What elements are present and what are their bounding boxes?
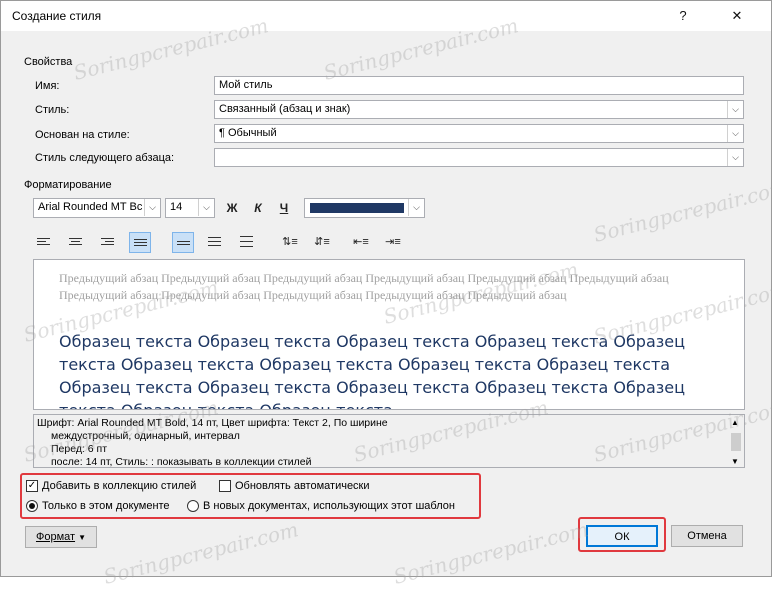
decrease-indent-icon[interactable]: ⇤≡ <box>350 232 372 253</box>
title-bar: Создание стиля ? ✕ <box>1 1 771 31</box>
italic-button[interactable]: К <box>247 198 269 219</box>
chevron-up-icon[interactable]: ▲ <box>731 416 739 429</box>
watermark: Soringpcrepair.com <box>391 517 591 589</box>
line-spacing-single-icon[interactable] <box>172 232 194 253</box>
increase-indent-icon[interactable]: ⇥≡ <box>382 232 404 253</box>
style-type-select[interactable]: Связанный (абзац и знак) ⌵ <box>214 100 744 119</box>
chevron-down-icon[interactable]: ⌵ <box>408 199 424 216</box>
next-style-label: Стиль следующего абзаца: <box>35 152 175 164</box>
dialog-title: Создание стиля <box>12 9 102 23</box>
cancel-button[interactable]: Отмена <box>671 525 743 547</box>
font-size-select[interactable]: 14 ⌵ <box>165 198 215 218</box>
help-button[interactable]: ? <box>669 5 697 27</box>
add-to-gallery-checkbox[interactable]: ✓ <box>26 480 38 492</box>
auto-update-checkbox[interactable] <box>219 480 231 492</box>
chevron-down-icon[interactable]: ▼ <box>731 455 739 467</box>
preview-previous-paragraph: Предыдущий абзац Предыдущий абзац Предыд… <box>59 271 669 302</box>
only-this-document-label[interactable]: Только в этом документе <box>42 500 170 512</box>
ok-button[interactable]: ОК <box>586 525 658 547</box>
chevron-down-icon[interactable]: ⌵ <box>144 199 160 216</box>
style-type-value: Связанный (абзац и знак) <box>219 103 351 115</box>
underline-button[interactable]: Ч <box>273 198 295 219</box>
preview-sample-text: Образец текста Образец текста Образец те… <box>59 332 686 409</box>
format-button-label: Формат <box>35 531 76 543</box>
description-scrollbar[interactable]: ▲ ▼ <box>728 415 744 467</box>
auto-update-label[interactable]: Обновлять автоматически <box>235 480 370 492</box>
font-color-select[interactable]: ⌵ <box>304 198 425 218</box>
new-documents-radio[interactable] <box>187 500 199 512</box>
line-spacing-one-half-icon[interactable] <box>204 232 226 253</box>
description-line: Перед: 6 пт <box>51 443 108 455</box>
scroll-thumb[interactable] <box>731 433 741 451</box>
chevron-down-icon[interactable]: ⌵ <box>198 199 214 216</box>
decrease-spacing-icon[interactable]: ⇵≡ <box>311 232 333 253</box>
font-size-value: 14 <box>170 201 183 213</box>
style-preview: Предыдущий абзац Предыдущий абзац Предыд… <box>33 259 745 410</box>
chevron-down-icon[interactable]: ⌵ <box>727 149 743 166</box>
chevron-down-icon[interactable]: ⌵ <box>727 101 743 118</box>
close-button[interactable]: ✕ <box>723 5 751 27</box>
description-line: междустрочный, одинарный, интервал <box>51 430 240 442</box>
only-this-document-radio[interactable] <box>26 500 38 512</box>
watermark: Soringpcrepair.com <box>101 517 301 589</box>
line-spacing-double-icon[interactable] <box>236 232 258 253</box>
based-on-select[interactable]: ¶ Обычный ⌵ <box>214 124 744 143</box>
create-style-dialog: Создание стиля ? ✕ Свойства Имя: Мой сти… <box>0 0 772 589</box>
font-select[interactable]: Arial Rounded MT Bc ⌵ <box>33 198 161 218</box>
name-label: Имя: <box>35 80 60 92</box>
align-right-icon[interactable] <box>97 232 119 253</box>
align-center-icon[interactable] <box>65 232 87 253</box>
style-type-label: Стиль: <box>35 104 70 116</box>
caret-down-icon: ▼ <box>78 533 87 542</box>
watermark: Soringpcrepair.com <box>591 175 772 247</box>
style-description: Шрифт: Arial Rounded MT Bold, 14 пт, Цве… <box>33 414 745 468</box>
format-button[interactable]: Формат ▼ <box>25 526 97 548</box>
chevron-down-icon[interactable]: ⌵ <box>727 125 743 142</box>
next-style-select[interactable]: ⌵ <box>214 148 744 167</box>
formatting-section-label: Форматирование <box>24 179 112 191</box>
bold-button[interactable]: Ж <box>221 198 243 219</box>
description-line: Шрифт: Arial Rounded MT Bold, 14 пт, Цве… <box>37 417 388 429</box>
based-on-label: Основан на стиле: <box>35 129 130 141</box>
based-on-value: ¶ Обычный <box>219 127 277 139</box>
description-line: после: 14 пт, Стиль: : показывать в колл… <box>51 456 312 468</box>
properties-section-label: Свойства <box>24 56 73 68</box>
increase-spacing-icon[interactable]: ⇅≡ <box>279 232 301 253</box>
align-justify-icon[interactable] <box>129 232 151 253</box>
new-documents-label[interactable]: В новых документах, использующих этот ша… <box>203 500 455 512</box>
font-value: Arial Rounded MT Bc <box>38 201 143 213</box>
font-color-swatch <box>310 203 404 213</box>
align-left-icon[interactable] <box>33 232 55 253</box>
name-input[interactable]: Мой стиль <box>214 76 744 95</box>
add-to-gallery-label[interactable]: Добавить в коллекцию стилей <box>42 480 196 492</box>
